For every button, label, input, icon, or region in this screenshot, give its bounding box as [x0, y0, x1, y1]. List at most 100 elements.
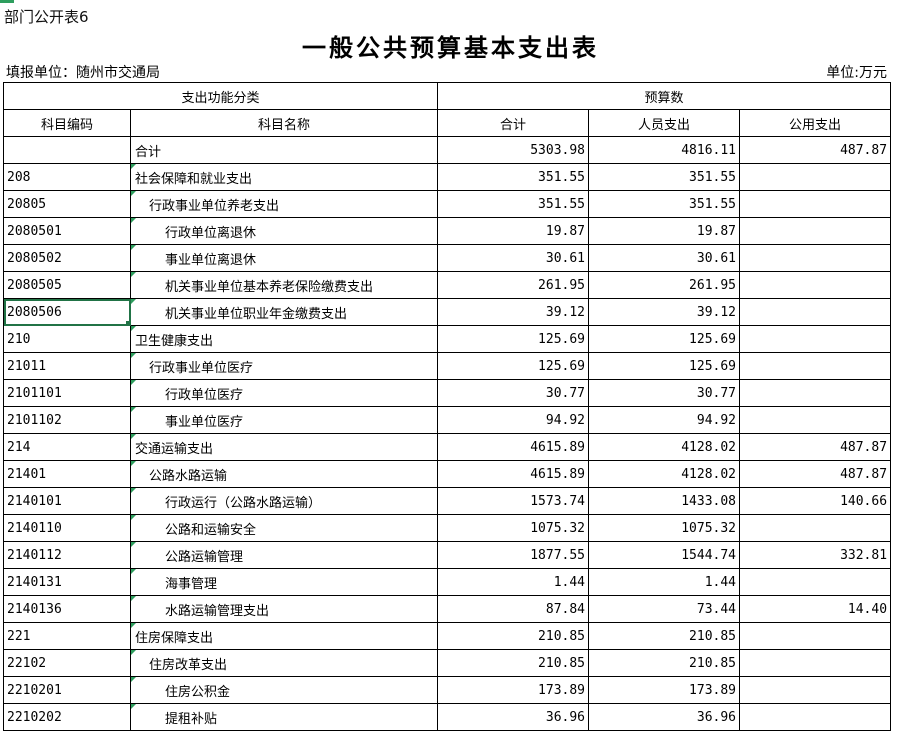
cell-public-expense[interactable]: 487.87	[739, 433, 892, 461]
cell-subject-code[interactable]: 21401	[3, 460, 131, 488]
cell-personnel-expense[interactable]: 261.95	[588, 271, 741, 299]
cell-subject-name[interactable]: 提租补贴	[129, 703, 439, 731]
header-subject-code[interactable]: 科目编码	[3, 109, 131, 137]
cell-total[interactable]: 1.44	[437, 568, 590, 596]
cell-subject-code[interactable]: 214	[3, 433, 131, 461]
cell-personnel-expense[interactable]: 73.44	[588, 595, 741, 623]
cell-public-expense[interactable]	[739, 325, 892, 353]
cell-subject-code[interactable]: 2140131	[3, 568, 131, 596]
cell-total[interactable]: 4615.89	[437, 460, 590, 488]
cell-public-expense[interactable]: 487.87	[739, 460, 892, 488]
cell-subject-code[interactable]: 2080506	[3, 298, 131, 326]
cell-public-expense[interactable]	[739, 271, 892, 299]
header-public-expense[interactable]: 公用支出	[739, 109, 892, 137]
cell-total[interactable]: 39.12	[437, 298, 590, 326]
cell-personnel-expense[interactable]: 125.69	[588, 352, 741, 380]
cell-subject-name[interactable]: 公路水路运输	[129, 460, 439, 488]
cell-subject-code[interactable]: 2140110	[3, 514, 131, 542]
cell-subject-name[interactable]: 公路运输管理	[129, 541, 439, 569]
header-function-classification[interactable]: 支出功能分类	[2, 82, 439, 110]
cell-subject-name[interactable]: 卫生健康支出	[129, 325, 439, 353]
cell-personnel-expense[interactable]: 39.12	[588, 298, 741, 326]
cell-public-expense[interactable]	[739, 163, 892, 191]
cell-subject-name[interactable]: 住房保障支出	[129, 622, 439, 650]
cell-personnel-expense[interactable]: 1544.74	[588, 541, 741, 569]
cell-subject-code[interactable]	[3, 136, 131, 164]
cell-personnel-expense[interactable]: 1075.32	[588, 514, 741, 542]
cell-public-expense[interactable]	[739, 298, 892, 326]
cell-subject-name[interactable]: 行政事业单位医疗	[129, 352, 439, 380]
cell-public-expense[interactable]	[739, 217, 892, 245]
cell-subject-name[interactable]: 住房改革支出	[129, 649, 439, 677]
cell-public-expense[interactable]	[739, 190, 892, 218]
cell-subject-code[interactable]: 2101101	[3, 379, 131, 407]
cell-subject-name[interactable]: 社会保障和就业支出	[129, 163, 439, 191]
header-total[interactable]: 合计	[437, 109, 590, 137]
cell-total[interactable]: 94.92	[437, 406, 590, 434]
cell-public-expense[interactable]: 332.81	[739, 541, 892, 569]
cell-total[interactable]: 1877.55	[437, 541, 590, 569]
cell-subject-name[interactable]: 合计	[129, 136, 439, 164]
cell-subject-code[interactable]: 221	[3, 622, 131, 650]
cell-personnel-expense[interactable]: 30.61	[588, 244, 741, 272]
cell-personnel-expense[interactable]: 4128.02	[588, 433, 741, 461]
cell-personnel-expense[interactable]: 36.96	[588, 703, 741, 731]
cell-total[interactable]: 4615.89	[437, 433, 590, 461]
cell-subject-code[interactable]: 2140101	[3, 487, 131, 515]
cell-public-expense[interactable]	[739, 649, 892, 677]
cell-total[interactable]: 1075.32	[437, 514, 590, 542]
cell-subject-code[interactable]: 2210202	[3, 703, 131, 731]
cell-public-expense[interactable]	[739, 568, 892, 596]
cell-total[interactable]: 36.96	[437, 703, 590, 731]
cell-public-expense[interactable]: 140.66	[739, 487, 892, 515]
cell-total[interactable]: 125.69	[437, 352, 590, 380]
cell-personnel-expense[interactable]: 19.87	[588, 217, 741, 245]
cell-total[interactable]: 125.69	[437, 325, 590, 353]
cell-total[interactable]: 5303.98	[437, 136, 590, 164]
cell-personnel-expense[interactable]: 4816.11	[588, 136, 741, 164]
cell-subject-code[interactable]: 21011	[3, 352, 131, 380]
cell-subject-name[interactable]: 行政单位医疗	[129, 379, 439, 407]
cell-subject-code[interactable]: 2210201	[3, 676, 131, 704]
cell-subject-name[interactable]: 行政运行（公路水路运输）	[129, 487, 439, 515]
cell-public-expense[interactable]	[739, 676, 892, 704]
cell-personnel-expense[interactable]: 210.85	[588, 649, 741, 677]
cell-total[interactable]: 210.85	[437, 622, 590, 650]
cell-subject-name[interactable]: 事业单位离退休	[129, 244, 439, 272]
cell-subject-name[interactable]: 交通运输支出	[129, 433, 439, 461]
cell-subject-name[interactable]: 事业单位医疗	[129, 406, 439, 434]
cell-subject-code[interactable]: 2080505	[3, 271, 131, 299]
cell-total[interactable]: 351.55	[437, 190, 590, 218]
cell-personnel-expense[interactable]: 4128.02	[588, 460, 741, 488]
cell-subject-code[interactable]: 208	[3, 163, 131, 191]
cell-personnel-expense[interactable]: 351.55	[588, 190, 741, 218]
cell-subject-name[interactable]: 机关事业单位职业年金缴费支出	[129, 298, 439, 326]
cell-subject-code[interactable]: 2080501	[3, 217, 131, 245]
cell-subject-name[interactable]: 机关事业单位基本养老保险缴费支出	[129, 271, 439, 299]
cell-personnel-expense[interactable]: 351.55	[588, 163, 741, 191]
cell-subject-name[interactable]: 水路运输管理支出	[129, 595, 439, 623]
cell-personnel-expense[interactable]: 1433.08	[588, 487, 741, 515]
cell-total[interactable]: 30.77	[437, 379, 590, 407]
cell-personnel-expense[interactable]: 173.89	[588, 676, 741, 704]
cell-subject-name[interactable]: 公路和运输安全	[129, 514, 439, 542]
cell-personnel-expense[interactable]: 30.77	[588, 379, 741, 407]
cell-total[interactable]: 87.84	[437, 595, 590, 623]
cell-total[interactable]: 261.95	[437, 271, 590, 299]
cell-subject-name[interactable]: 行政单位离退休	[129, 217, 439, 245]
cell-total[interactable]: 210.85	[437, 649, 590, 677]
cell-public-expense[interactable]: 14.40	[739, 595, 892, 623]
cell-personnel-expense[interactable]: 1.44	[588, 568, 741, 596]
header-budget-amount[interactable]: 预算数	[437, 82, 892, 110]
cell-subject-code[interactable]: 2140112	[3, 541, 131, 569]
header-personnel-expense[interactable]: 人员支出	[588, 109, 741, 137]
cell-public-expense[interactable]	[739, 406, 892, 434]
cell-personnel-expense[interactable]: 94.92	[588, 406, 741, 434]
header-subject-name[interactable]: 科目名称	[129, 109, 439, 137]
cell-subject-code[interactable]: 2080502	[3, 244, 131, 272]
cell-public-expense[interactable]	[739, 514, 892, 542]
cell-subject-code[interactable]: 20805	[3, 190, 131, 218]
cell-total[interactable]: 19.87	[437, 217, 590, 245]
cell-subject-code[interactable]: 2140136	[3, 595, 131, 623]
cell-public-expense[interactable]	[739, 379, 892, 407]
